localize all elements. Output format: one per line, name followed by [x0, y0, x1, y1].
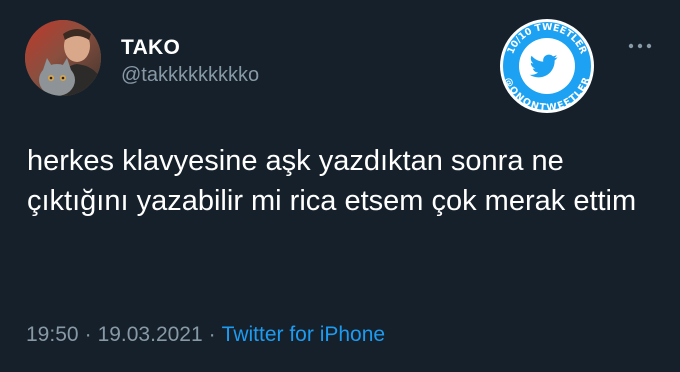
tweet-text: herkes klavyesine aşk yazdıktan sonra ne…: [27, 145, 637, 217]
more-dots-icon[interactable]: [625, 36, 655, 56]
tweet-time[interactable]: 19:50: [26, 323, 79, 346]
display-name[interactable]: TAKO: [121, 36, 180, 60]
tweet-source-link[interactable]: Twitter for iPhone: [222, 323, 385, 346]
meta-separator-2: ·: [208, 323, 216, 346]
avatar-image: [25, 20, 101, 96]
tweet-date[interactable]: 19.03.2021: [98, 323, 203, 346]
avatar[interactable]: [25, 20, 101, 96]
user-handle[interactable]: @takkkkkkkkko: [121, 64, 259, 87]
tweet-meta: 19:50 · 19.03.2021 · Twitter for iPhone: [26, 323, 385, 347]
meta-separator: ·: [84, 323, 92, 346]
watermark-logo: 10/10 TWEETLER @ONONTWEETLER: [500, 19, 594, 114]
